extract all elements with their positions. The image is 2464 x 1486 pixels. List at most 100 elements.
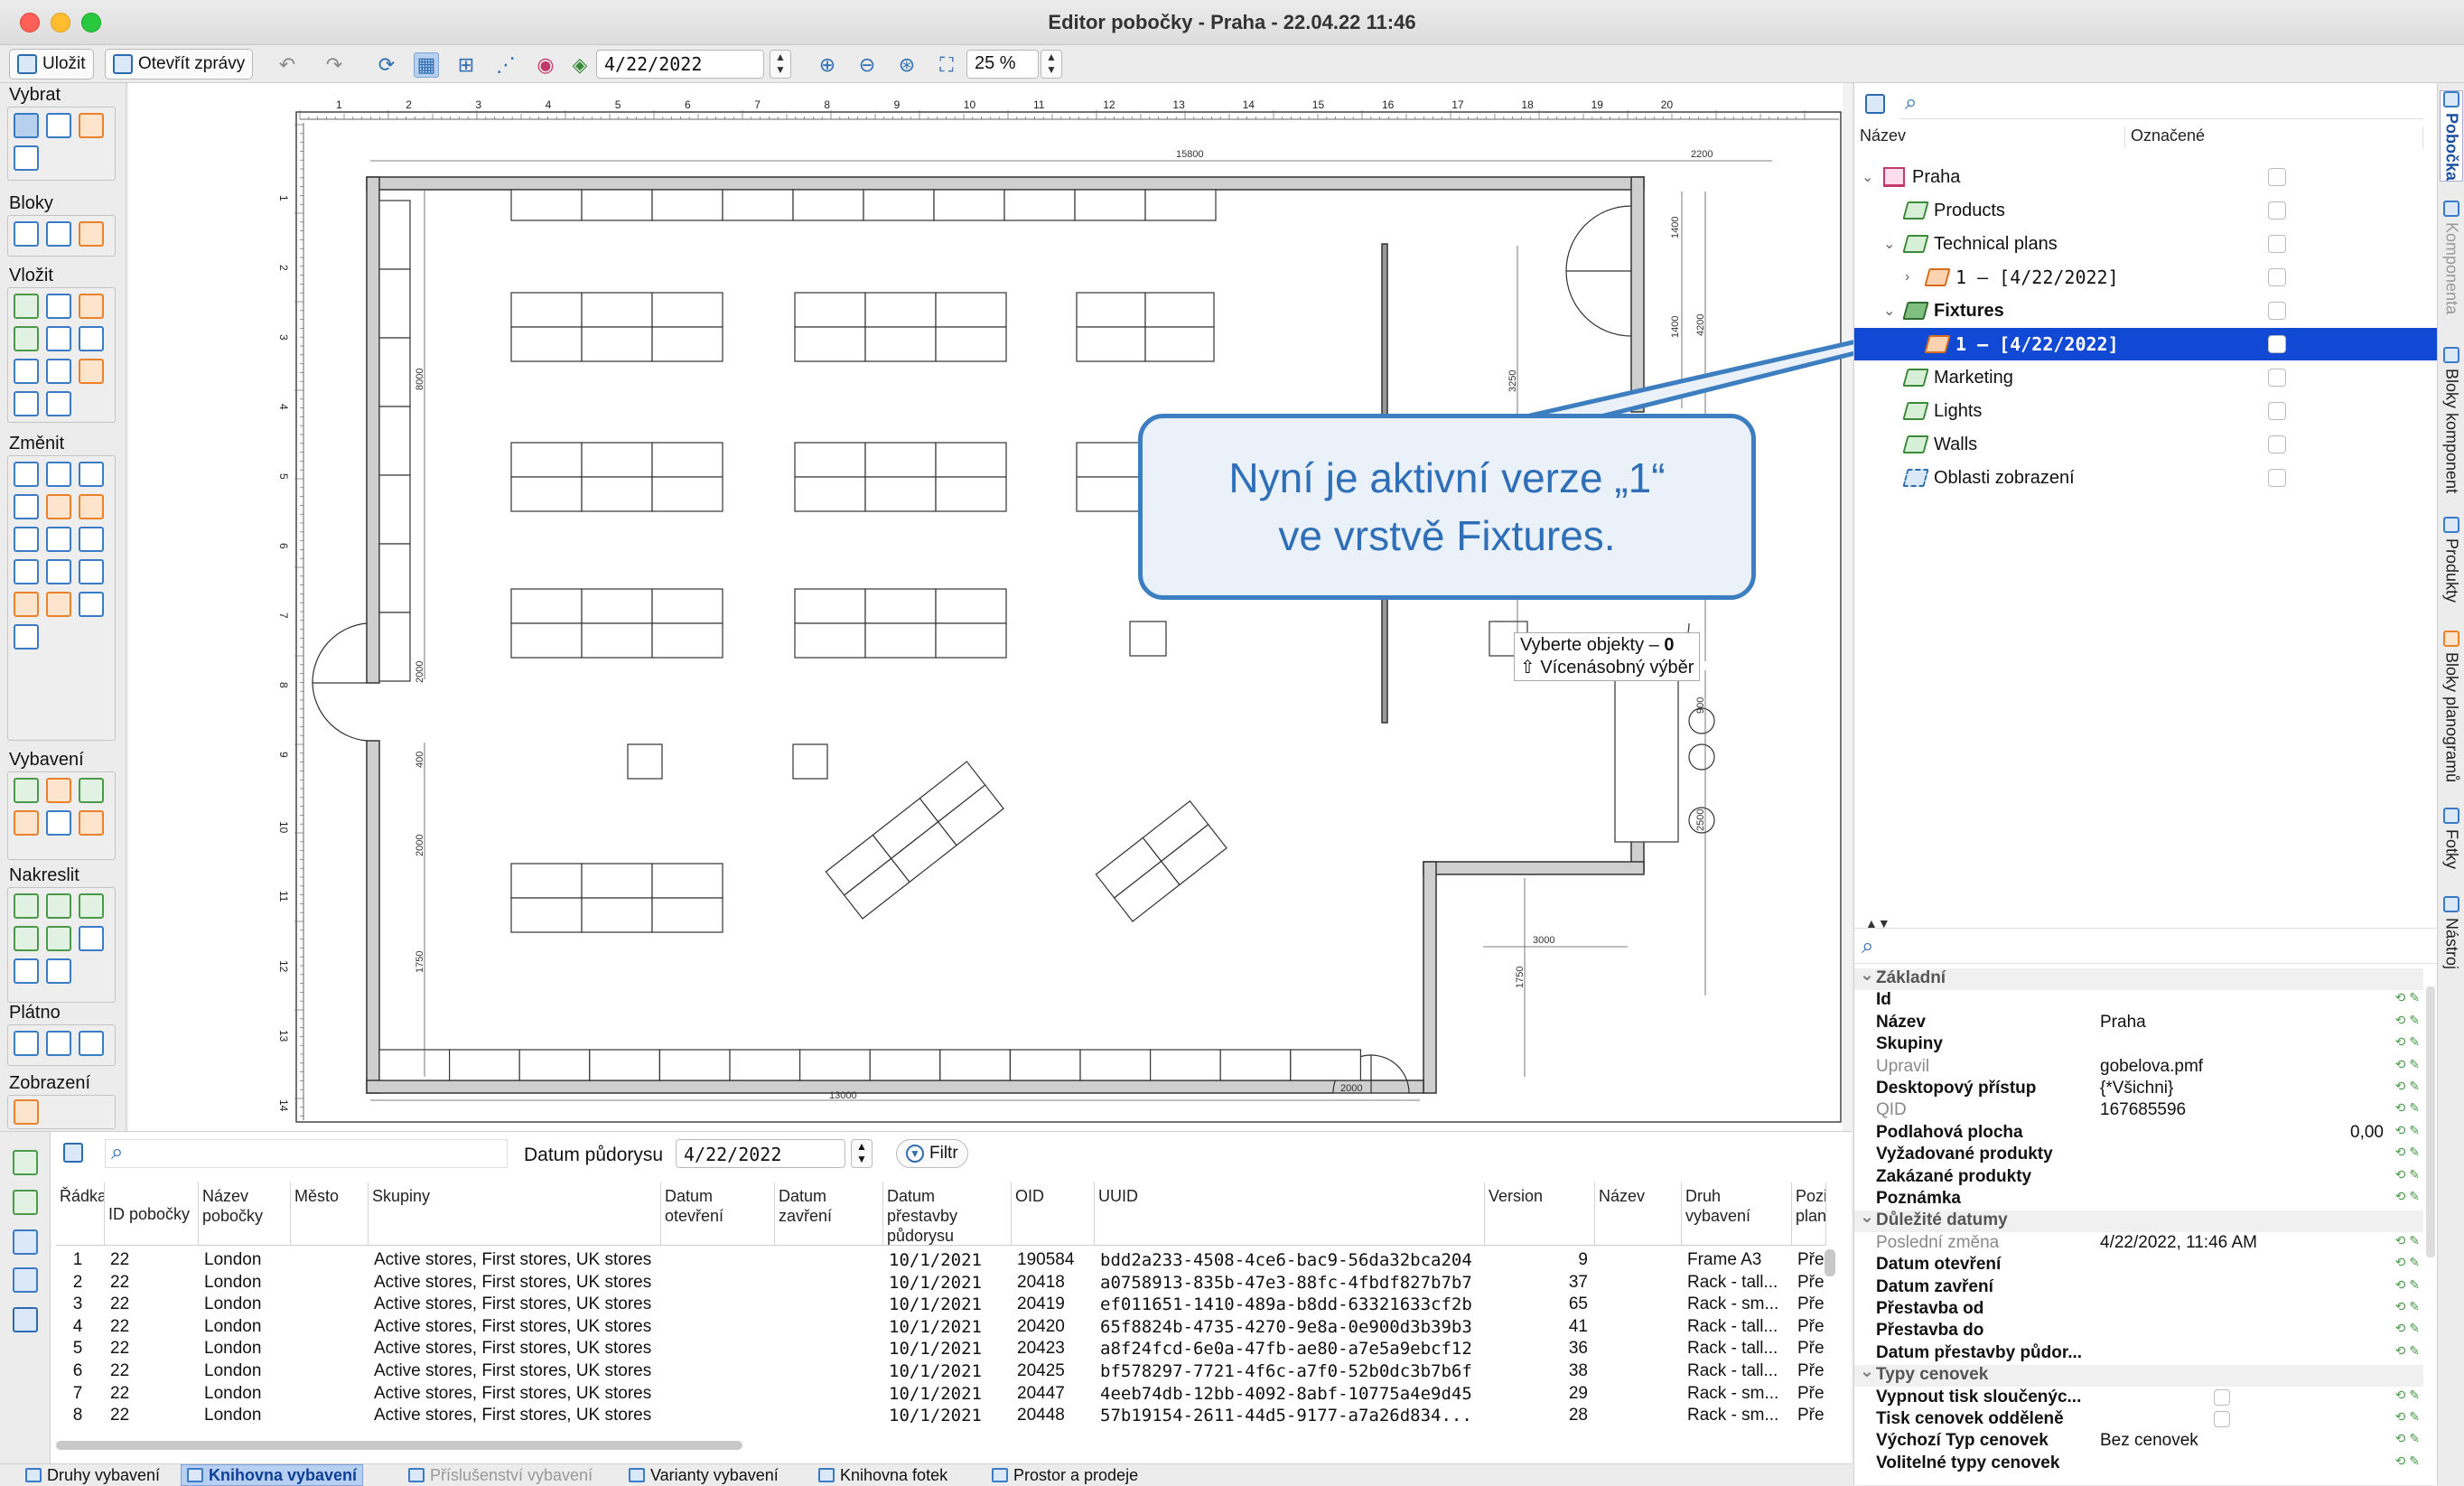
tree-col-marked[interactable]: Označené (2125, 126, 2423, 148)
bottom-tab[interactable]: Knihovna fotek (813, 1464, 953, 1486)
open-reports-button[interactable]: Otevřít zprávy (105, 49, 254, 79)
property-row[interactable]: Poznámka ⟲ ✎ (1854, 1189, 2438, 1210)
distribute-icon[interactable] (46, 494, 71, 519)
tree-row[interactable]: › 1 – [4/22/2022] (1854, 261, 2438, 294)
order-icon[interactable] (14, 624, 39, 650)
insert-rack-icon[interactable] (79, 294, 104, 319)
marked-checkbox[interactable] (2268, 235, 2286, 253)
tree-table-icon[interactable] (1865, 94, 1885, 114)
block-grid-icon[interactable] (79, 221, 104, 247)
marked-checkbox[interactable] (2268, 369, 2286, 387)
magnet-icon[interactable]: ⋰ (493, 52, 518, 78)
marked-checkbox[interactable] (2268, 335, 2286, 353)
side-tab[interactable]: Bloky planogramů (2440, 631, 2463, 782)
insert-svg-icon[interactable] (46, 391, 71, 416)
tree-row[interactable]: 1 – [4/22/2022] (1854, 328, 2438, 360)
view-settings-icon[interactable] (14, 1099, 39, 1125)
plan-date-field[interactable]: 4/22/2022 (596, 50, 764, 79)
table-vscrollbar[interactable] (1825, 1249, 1835, 1276)
marked-checkbox[interactable] (2268, 168, 2286, 186)
draw-arc-icon[interactable] (79, 893, 104, 919)
property-row[interactable]: Název Praha ⟲ ✎ (1854, 1013, 2438, 1034)
tree-search-input[interactable]: ⌕ (1899, 90, 2423, 119)
rotate-view-icon[interactable]: ⟳ (374, 52, 399, 78)
insert-image-icon[interactable] (14, 391, 39, 416)
draw-rect-icon[interactable] (79, 926, 104, 951)
fixture-edit-icon[interactable] (79, 778, 104, 803)
property-row[interactable]: Výchozí Typ cenovek Bez cenovek ⟲ ✎ (1854, 1431, 2438, 1453)
snap-icon[interactable]: ⊞ (453, 52, 479, 78)
property-category[interactable]: Důležité datumy (1854, 1207, 2423, 1233)
table-row[interactable]: 5 22 London Active stores, First stores, UK… (56, 1338, 1826, 1360)
property-row[interactable]: Vyžadované produkty ⟲ ✎ (1854, 1145, 2438, 1166)
property-row[interactable]: Desktopový přístup {*Všichni} ⟲ ✎ (1854, 1079, 2438, 1100)
table-hscrollbar[interactable] (56, 1441, 742, 1450)
property-row[interactable]: Přestavba od ⟲ ✎ (1854, 1299, 2438, 1321)
column-header[interactable]: Řádka (56, 1182, 105, 1246)
layers-icon[interactable]: ◈ (567, 52, 593, 78)
zoom-stepper[interactable]: ▲ ▼ (1041, 50, 1062, 79)
property-row[interactable]: Datum zavření ⟲ ✎ (1854, 1277, 2438, 1299)
grid-toggle-icon[interactable]: ▦ (414, 52, 439, 78)
fixture-grid-icon[interactable] (14, 810, 39, 836)
property-row[interactable]: Podlahová plocha 0,00 ⟲ ✎ (1854, 1123, 2438, 1145)
chevron-down-icon[interactable]: ⌄ (1883, 235, 1898, 253)
property-value[interactable]: 167685596 (2100, 1100, 2186, 1120)
property-row[interactable]: Přestavba do ⟲ ✎ (1854, 1321, 2438, 1342)
tree-row[interactable]: ⌄ Praha (1854, 161, 2438, 193)
join-icon[interactable] (79, 527, 104, 552)
bottom-tab[interactable]: Varianty vybavení (623, 1464, 784, 1486)
draw-circle-icon[interactable] (14, 958, 39, 984)
edit-property-icon[interactable]: ⟲ ✎ (2395, 1277, 2420, 1293)
property-row[interactable]: Zakázané produkty ⟲ ✎ (1854, 1167, 2438, 1189)
save-button[interactable]: Uložit (9, 49, 94, 79)
edit-property-icon[interactable]: ⟲ ✎ (2395, 1123, 2420, 1138)
insert-photo-icon[interactable] (46, 326, 71, 351)
table-row[interactable]: 7 22 London Active stores, First stores, UK… (56, 1383, 1826, 1406)
ungroup-icon[interactable] (46, 592, 71, 617)
edit-property-icon[interactable]: ⟲ ✎ (2395, 1034, 2420, 1050)
properties-scrollbar[interactable] (2426, 986, 2435, 1257)
tree-row[interactable]: Marketing (1854, 361, 2438, 394)
block-stack-icon[interactable] (46, 221, 71, 247)
marked-checkbox[interactable] (2268, 469, 2286, 487)
property-row[interactable]: Datum přestavby půdor... ⟲ ✎ (1854, 1343, 2438, 1365)
column-header[interactable]: ID pobočky (105, 1182, 199, 1246)
select-arrow-icon[interactable] (14, 113, 39, 138)
property-row[interactable]: QID 167685596 ⟲ ✎ (1854, 1100, 2438, 1122)
floor-plan[interactable]: 1 2 3 4 5 6 7 8 9 10 11 12 13 14 15 16 17 18 19 20 12345678… (128, 83, 1843, 1131)
property-row[interactable]: Datum otevření ⟲ ✎ (1854, 1255, 2438, 1276)
zoom-out-icon[interactable]: ⊖ (854, 52, 880, 78)
insert-shelf-icon[interactable] (46, 294, 71, 319)
move-icon[interactable] (14, 462, 39, 487)
bottom-tab[interactable]: Příslušenství vybavení (403, 1464, 598, 1486)
draw-polyline-icon[interactable] (46, 893, 71, 919)
undo-icon[interactable]: ↶ (275, 52, 300, 78)
property-value[interactable]: 4/22/2022, 11:46 AM (2100, 1233, 2257, 1253)
edit-property-icon[interactable]: ⟲ ✎ (2395, 1100, 2420, 1116)
column-header[interactable]: Druh vybavení (1682, 1182, 1792, 1246)
redo-icon[interactable]: ↷ (322, 52, 347, 78)
marked-checkbox[interactable] (2268, 435, 2286, 453)
canvas-size-icon[interactable] (14, 1031, 39, 1056)
tree-row[interactable]: ⌄ Technical plans (1854, 228, 2438, 260)
canvas-grid-icon[interactable] (79, 1031, 104, 1056)
push-icon[interactable] (46, 559, 71, 584)
table-row[interactable]: 2 22 London Active stores, First stores, UK… (56, 1272, 1826, 1294)
resize-icon[interactable] (46, 527, 71, 552)
property-row[interactable]: Vypnout tisk sloučenýc... ⟲ ✎ (1854, 1388, 2438, 1409)
column-header[interactable]: Datum otevření (661, 1182, 775, 1246)
edit-property-icon[interactable]: ⟲ ✎ (2395, 1255, 2420, 1270)
select-layer-icon[interactable] (79, 113, 104, 138)
column-header[interactable]: Název pobočky (199, 1182, 291, 1246)
property-row[interactable]: Poslední změna 4/22/2022, 11:46 AM ⟲ ✎ (1854, 1233, 2438, 1255)
property-row[interactable]: Skupiny ⟲ ✎ (1854, 1034, 2438, 1056)
insert-fixture-icon[interactable] (14, 294, 39, 319)
chevron-down-icon[interactable]: ⌄ (1883, 302, 1898, 320)
fixture-link-icon[interactable] (46, 778, 71, 803)
column-header[interactable]: UUID (1095, 1182, 1485, 1246)
edit-property-icon[interactable]: ⟲ ✎ (2395, 1167, 2420, 1182)
mirror-icon[interactable] (79, 494, 104, 519)
export-icon[interactable] (13, 1267, 38, 1293)
zoom-field[interactable]: 25 % (966, 50, 1039, 79)
